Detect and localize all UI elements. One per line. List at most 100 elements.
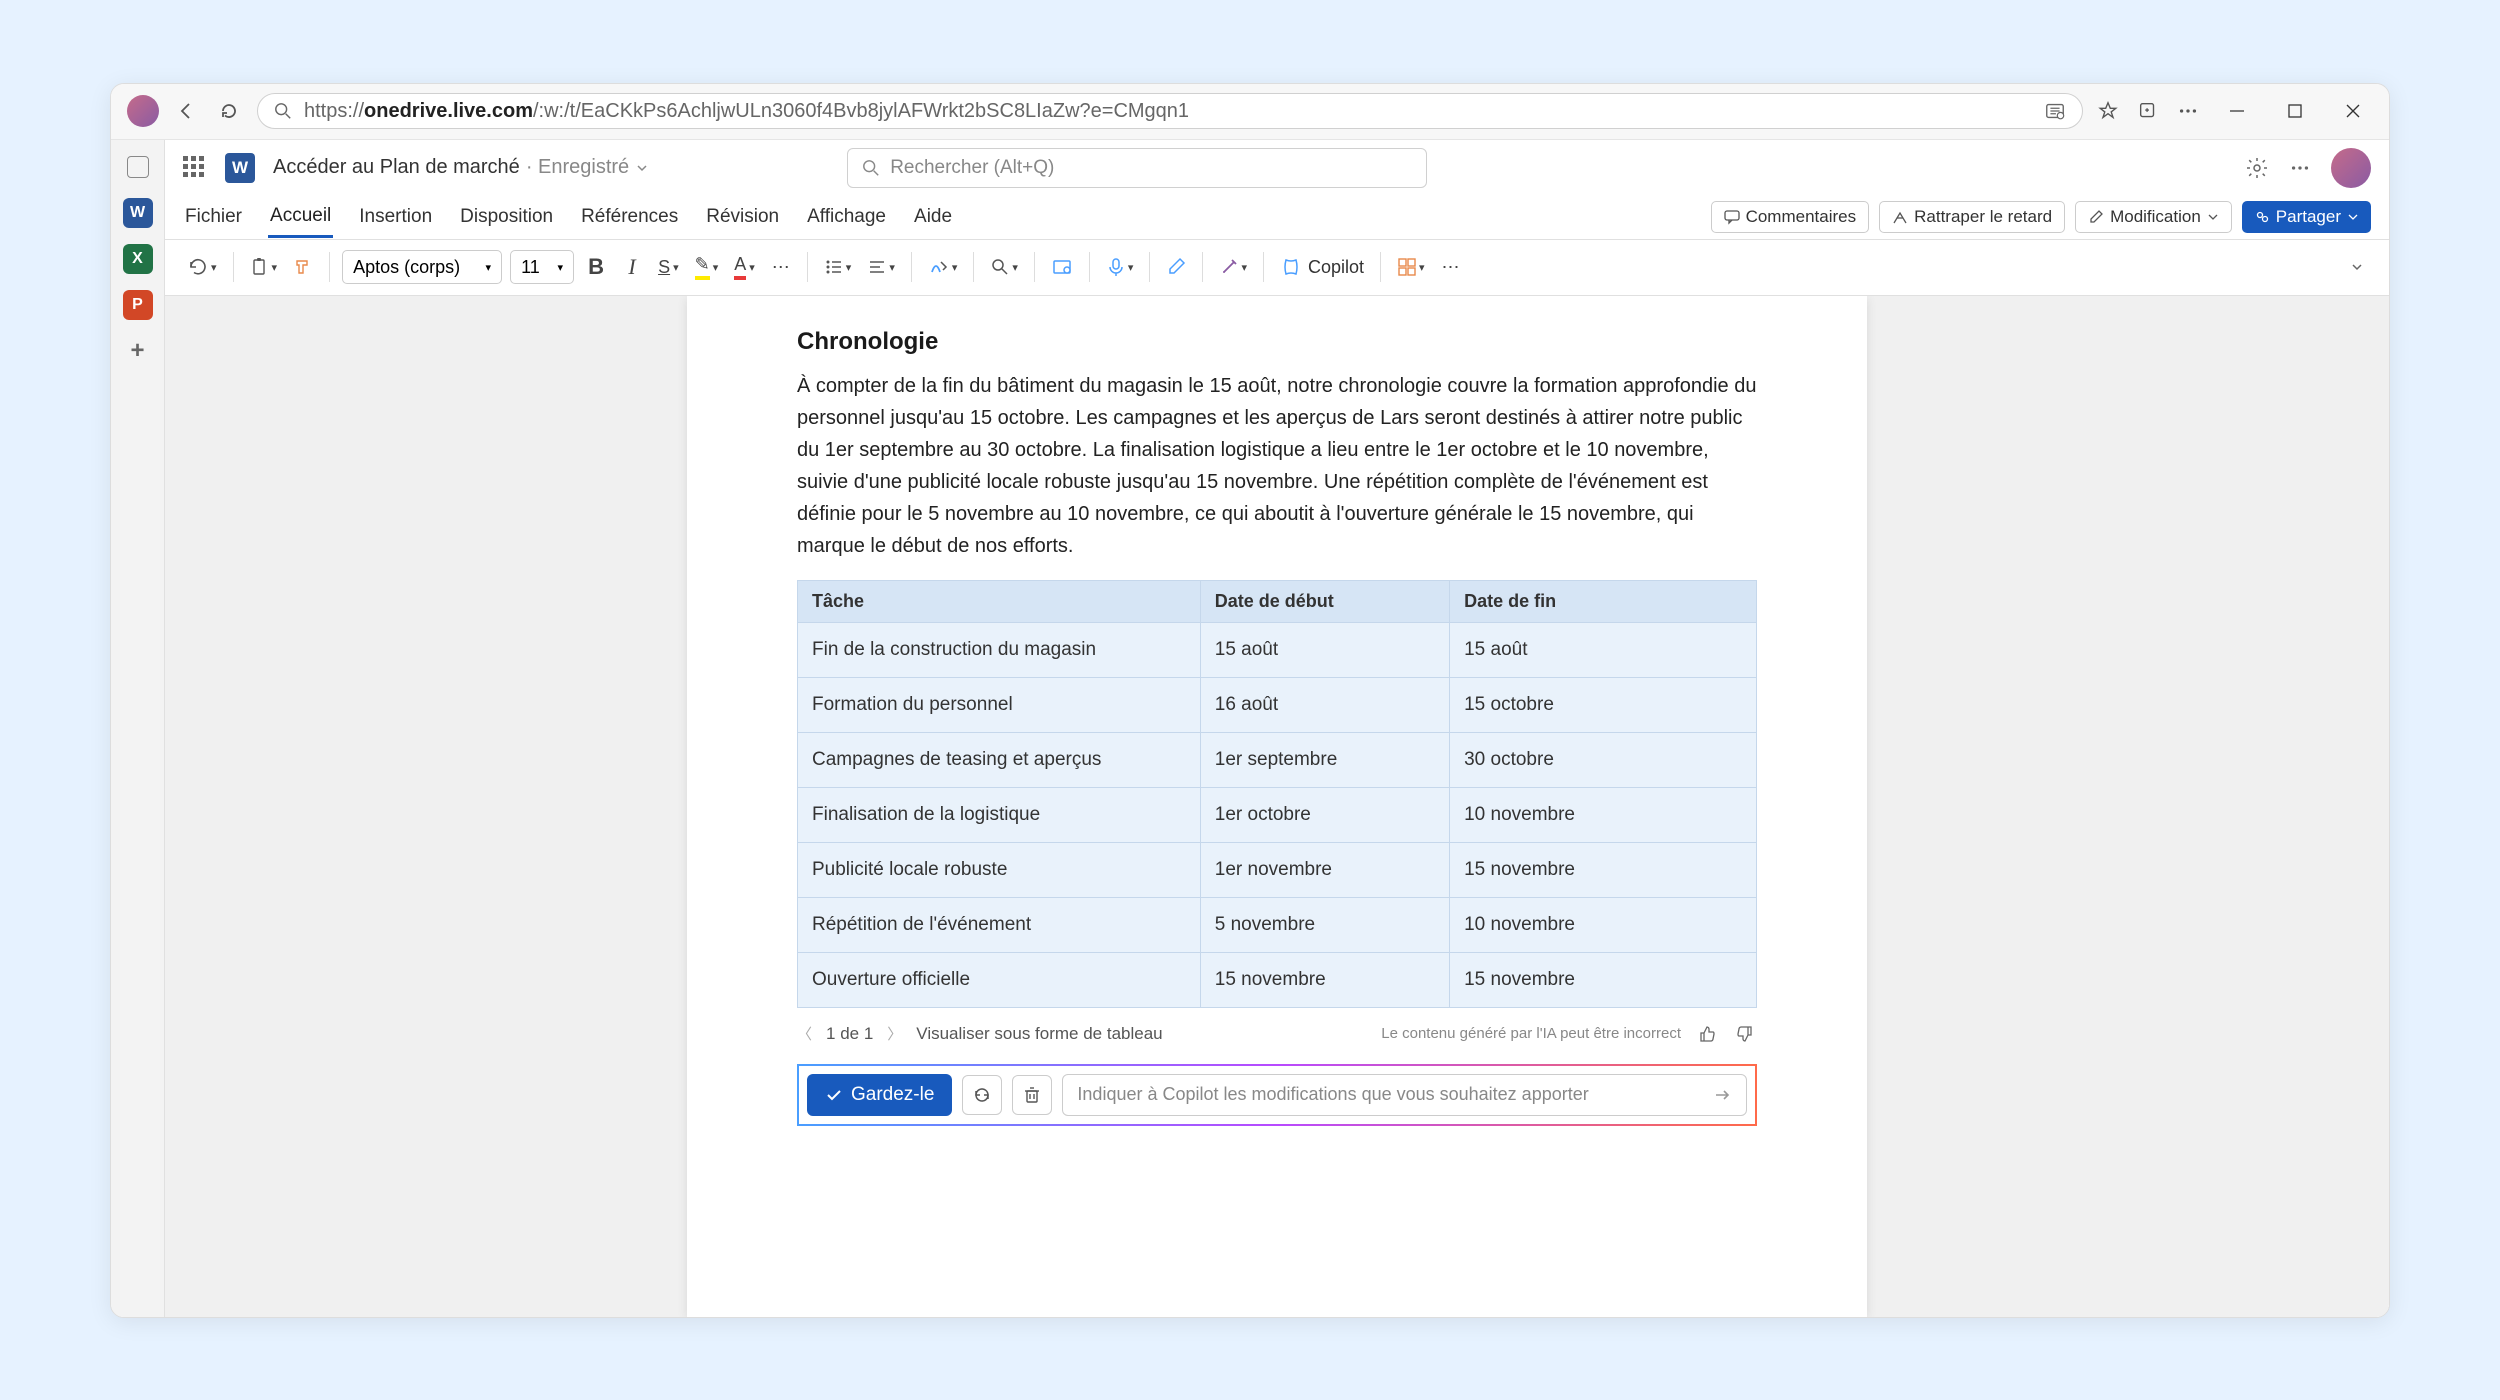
browser-controls [2097, 91, 2373, 131]
comment-icon [1724, 209, 1740, 225]
menu-affichage[interactable]: Affichage [805, 198, 888, 236]
find-button[interactable]: ▾ [986, 251, 1022, 283]
refresh-button[interactable] [215, 97, 243, 125]
chevron-down-icon [2207, 211, 2219, 223]
settings-icon[interactable] [2245, 156, 2269, 180]
menu-insertion[interactable]: Insertion [357, 198, 434, 236]
menu-revision[interactable]: Révision [704, 198, 781, 236]
table-cell: 15 novembre [1200, 952, 1449, 1007]
table-cell: 1er septembre [1200, 732, 1449, 787]
favorites-icon[interactable] [2097, 100, 2119, 122]
table-cell: 30 octobre [1450, 732, 1757, 787]
copilot-icon [1280, 256, 1302, 278]
more-font-button[interactable]: ⋯ [767, 251, 795, 283]
ribbon-more-button[interactable]: ⋯ [1437, 251, 1465, 283]
send-icon[interactable] [1712, 1085, 1732, 1105]
font-name-select[interactable]: Aptos (corps)▾ [342, 250, 502, 284]
close-button[interactable] [2333, 91, 2373, 131]
underline-button[interactable]: S▾ [654, 251, 683, 283]
heading: Chronologie [797, 328, 1757, 356]
back-button[interactable] [173, 97, 201, 125]
thumbs-down-button[interactable] [1733, 1022, 1757, 1046]
chevron-down-icon [2347, 211, 2359, 223]
document-title[interactable]: Accéder au Plan de marché · Enregistré [273, 156, 649, 179]
table-cell: 1er novembre [1200, 842, 1449, 897]
menu-accueil[interactable]: Accueil [268, 197, 333, 238]
keep-button[interactable]: Gardez-le [807, 1074, 952, 1116]
comments-button[interactable]: Commentaires [1711, 201, 1870, 233]
catchup-button[interactable]: Rattraper le retard [1879, 201, 2065, 233]
body-paragraph: À compter de la fin du bâtiment du magas… [797, 370, 1757, 562]
main-content: W Accéder au Plan de marché · Enregistré… [165, 140, 2389, 1317]
menu-aide[interactable]: Aide [912, 198, 954, 236]
visualize-link[interactable]: Visualiser sous forme de tableau [916, 1024, 1162, 1044]
table-cell: 10 novembre [1450, 787, 1757, 842]
catchup-icon [1892, 209, 1908, 225]
font-color-button[interactable]: A▾ [730, 251, 759, 283]
profile-avatar[interactable] [127, 95, 159, 127]
tab-icon[interactable] [123, 152, 153, 182]
table-cell: 15 novembre [1450, 842, 1757, 897]
pager-prev[interactable]: 〈 [797, 1023, 812, 1044]
highlight-button[interactable]: ✎▾ [691, 251, 723, 283]
styles-button[interactable]: ▾ [924, 251, 962, 283]
table-cell: 10 novembre [1450, 897, 1757, 952]
collections-icon[interactable] [2137, 100, 2159, 122]
menu-fichier[interactable]: Fichier [183, 198, 244, 236]
table-row: Publicité locale robuste1er novembre15 n… [798, 842, 1757, 897]
ribbon-collapse-button[interactable] [2343, 251, 2371, 283]
word-app-icon[interactable]: W [123, 198, 153, 228]
document-canvas[interactable]: Chronologie À compter de la fin du bâtim… [165, 296, 2389, 1317]
search-icon [862, 159, 880, 177]
designer-button[interactable]: ▾ [1215, 251, 1251, 283]
bullets-button[interactable]: ▾ [820, 251, 856, 283]
layout-grid-button[interactable]: ▾ [1393, 251, 1429, 283]
immersive-reader-button[interactable] [1047, 251, 1077, 283]
table-cell: 15 août [1450, 622, 1757, 677]
edit-icon [2088, 209, 2104, 225]
maximize-button[interactable] [2275, 91, 2315, 131]
title-bar: W Accéder au Plan de marché · Enregistré… [165, 140, 2389, 196]
share-button[interactable]: Partager [2242, 201, 2371, 233]
regenerate-button[interactable] [962, 1075, 1002, 1115]
word-logo-icon: W [225, 153, 255, 183]
thumbs-up-button[interactable] [1695, 1022, 1719, 1046]
reading-mode-icon[interactable] [2044, 100, 2066, 122]
align-button[interactable]: ▾ [863, 251, 899, 283]
pager-next[interactable]: 〉 [887, 1023, 902, 1044]
ai-disclaimer: Le contenu généré par l'IA peut être inc… [1381, 1025, 1681, 1042]
copilot-button[interactable]: Copilot [1276, 251, 1368, 283]
pager-position: 1 de 1 [826, 1024, 873, 1044]
format-painter-button[interactable] [289, 251, 317, 283]
bold-button[interactable]: B [582, 251, 610, 283]
copilot-input[interactable]: Indiquer à Copilot les modifications que… [1062, 1074, 1747, 1116]
italic-button[interactable]: I [618, 251, 646, 283]
table-header-start: Date de début [1200, 580, 1449, 622]
powerpoint-app-icon[interactable]: P [123, 290, 153, 320]
address-bar[interactable]: https://onedrive.live.com/:w:/t/EaCKkPs6… [257, 93, 2083, 129]
minimize-button[interactable] [2217, 91, 2257, 131]
pager-row: 〈 1 de 1 〉 Visualiser sous forme de tabl… [797, 1022, 1757, 1046]
delete-button[interactable] [1012, 1075, 1052, 1115]
excel-app-icon[interactable]: X [123, 244, 153, 274]
user-avatar[interactable] [2331, 148, 2371, 188]
editor-button[interactable] [1162, 251, 1190, 283]
more-icon[interactable] [2177, 100, 2199, 122]
font-size-select[interactable]: 11▾ [510, 250, 574, 284]
table-row: Ouverture officielle15 novembre15 novemb… [798, 952, 1757, 1007]
app-launcher-icon[interactable] [183, 156, 207, 180]
paste-button[interactable]: ▾ [246, 251, 282, 283]
search-input[interactable]: Rechercher (Alt+Q) [847, 148, 1427, 188]
timeline-table: Tâche Date de début Date de fin Fin de l… [797, 580, 1757, 1008]
menu-disposition[interactable]: Disposition [458, 198, 555, 236]
more-options-icon[interactable] [2289, 157, 2311, 179]
table-cell: Ouverture officielle [798, 952, 1201, 1007]
undo-button[interactable]: ▾ [183, 251, 221, 283]
table-cell: Répétition de l'événement [798, 897, 1201, 952]
menu-bar: Fichier Accueil Insertion Disposition Ré… [165, 196, 2389, 240]
editing-mode-button[interactable]: Modification [2075, 201, 2232, 233]
add-app-icon[interactable]: + [123, 336, 153, 366]
dictate-button[interactable]: ▾ [1102, 251, 1138, 283]
menu-references[interactable]: Références [579, 198, 680, 236]
table-cell: 15 août [1200, 622, 1449, 677]
